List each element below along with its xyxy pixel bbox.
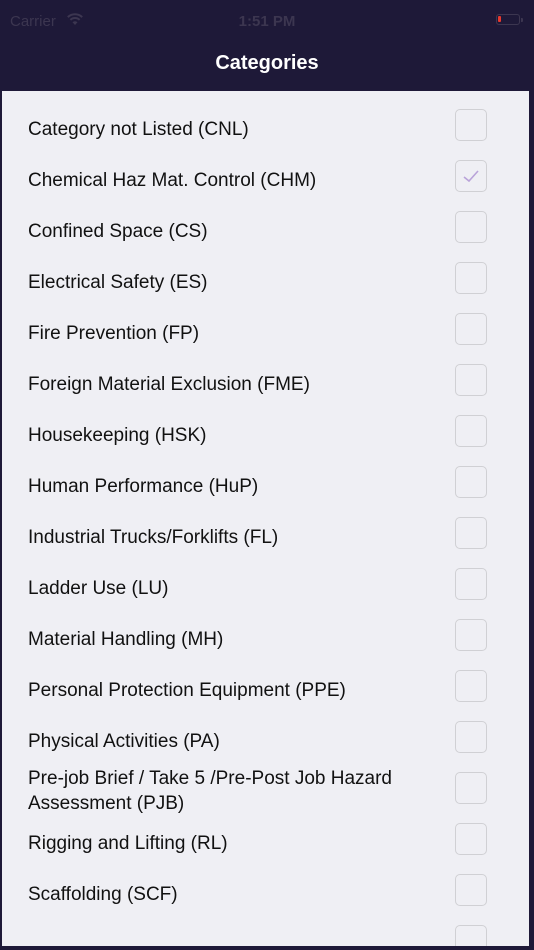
category-row[interactable]: Industrial Trucks/Forklifts (FL) <box>2 517 529 576</box>
category-checkbox[interactable] <box>455 568 487 600</box>
category-checkbox[interactable] <box>455 262 487 294</box>
status-time: 1:51 PM <box>238 13 296 30</box>
category-checkbox[interactable] <box>455 874 487 906</box>
category-row[interactable]: Electrical Safety (ES) <box>2 262 529 321</box>
category-checkbox[interactable] <box>455 823 487 855</box>
category-checkbox[interactable] <box>455 466 487 498</box>
page-title: Categories <box>215 52 319 74</box>
category-row[interactable]: Pre-job Brief / Take 5 /Pre-Post Job Haz… <box>2 768 529 831</box>
category-row[interactable]: Fire Prevention (FP) <box>2 313 529 372</box>
category-row[interactable]: Ladder Use (LU) <box>2 568 529 627</box>
category-label: Industrial Trucks/Forklifts (FL) <box>28 527 279 548</box>
category-checkbox[interactable] <box>455 670 487 702</box>
category-label: Chemical Haz Mat. Control (CHM) <box>28 170 317 191</box>
category-label: Rigging and Lifting (RL) <box>28 833 228 854</box>
category-row[interactable]: Chemical Haz Mat. Control (CHM) <box>2 160 529 219</box>
category-label: Material Handling (MH) <box>28 629 224 650</box>
category-checkbox[interactable] <box>455 364 487 396</box>
category-row[interactable]: Category not Listed (CNL) <box>2 109 529 168</box>
category-checkbox[interactable] <box>455 313 487 345</box>
app-screen: Carrier 1:51 PM Categories Category not … <box>0 0 534 950</box>
checkmark-icon <box>463 170 479 183</box>
category-label: Housekeeping (HSK) <box>28 425 207 446</box>
category-checkbox[interactable] <box>455 211 487 243</box>
category-row[interactable]: Human Performance (HuP) <box>2 466 529 525</box>
category-checkbox[interactable] <box>455 619 487 651</box>
category-label: Category not Listed (CNL) <box>28 119 249 140</box>
status-bar: Carrier 1:51 PM <box>0 0 534 44</box>
category-row[interactable]: Personal Protection Equipment (PPE) <box>2 670 529 729</box>
battery-icon <box>496 14 523 25</box>
category-label: Ladder Use (LU) <box>28 578 169 599</box>
category-row[interactable]: Confined Space (CS) <box>2 211 529 270</box>
category-label: Fire Prevention (FP) <box>28 323 200 344</box>
category-label: Physical Activities (PA) <box>28 731 220 752</box>
category-row[interactable]: Housekeeping (HSK) <box>2 415 529 474</box>
category-row[interactable]: Scaffolding (SCF) <box>2 874 529 933</box>
category-label: Electrical Safety (ES) <box>28 272 208 293</box>
category-checkbox[interactable] <box>455 772 487 804</box>
category-label: Scaffolding (SCF) <box>28 884 178 905</box>
category-label: Personal Protection Equipment (PPE) <box>28 680 346 701</box>
category-checkbox-partial[interactable] <box>455 925 487 946</box>
category-checkbox[interactable] <box>455 415 487 447</box>
category-list-container[interactable]: Category not Listed (CNL) Chemical Haz Ma… <box>2 91 529 946</box>
category-row[interactable]: Foreign Material Exclusion (FME) <box>2 364 529 423</box>
category-label: Human Performance (HuP) <box>28 476 259 497</box>
nav-bar: Categories <box>0 44 534 91</box>
category-label: Foreign Material Exclusion (FME) <box>28 374 310 395</box>
category-label: Confined Space (CS) <box>28 221 208 242</box>
category-label: Pre-job Brief / Take 5 /Pre-Post Job Haz… <box>28 768 392 814</box>
category-row[interactable]: Rigging and Lifting (RL) <box>2 823 529 882</box>
category-checkbox[interactable] <box>455 517 487 549</box>
category-row[interactable]: Material Handling (MH) <box>2 619 529 678</box>
category-checkbox[interactable] <box>455 721 487 753</box>
category-checkbox[interactable] <box>455 160 487 192</box>
category-checkbox[interactable] <box>455 109 487 141</box>
